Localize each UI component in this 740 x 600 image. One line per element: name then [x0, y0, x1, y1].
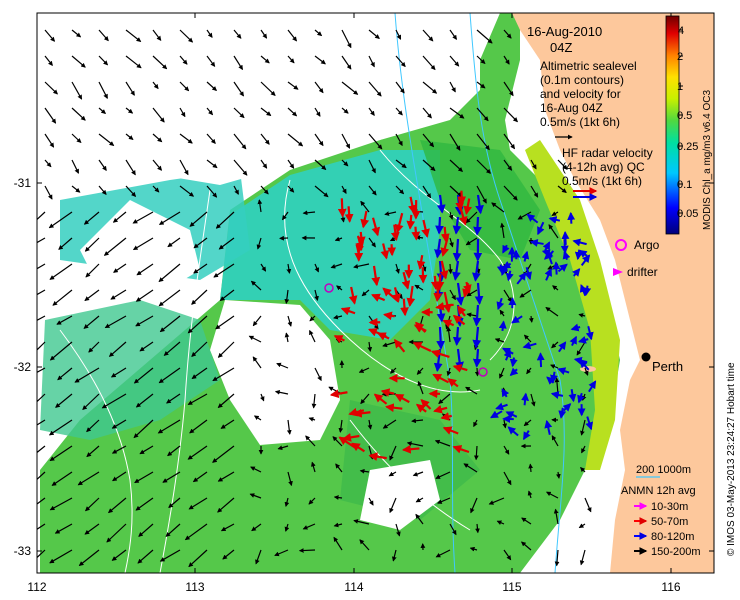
depth-legend-label: 10-30m [651, 501, 688, 513]
colorbar-tick-label: 2 [677, 51, 683, 63]
hf-arrow-blue [536, 352, 545, 368]
hf-arrow-red [433, 286, 443, 302]
perth-city-label: Perth [652, 359, 683, 374]
argo-legend-label: Argo [634, 238, 660, 252]
x-tick-label: 112 [27, 580, 46, 594]
isobath-legend-label: 200 1000m [636, 464, 691, 476]
altimetry-line: (0.1m contours) [540, 73, 624, 87]
hf-arrow-blue [560, 239, 569, 254]
altimetry-line: 16-Aug 04Z [540, 101, 603, 115]
colorbar-title: MODIS Chl_a mg/m3 v6.4 OC3 [702, 90, 713, 230]
altimetry-arrow [528, 315, 534, 323]
footer-credit: © IMOS 03-May-2013 23:24:27 Hobart time [726, 362, 737, 556]
hf-line: HF radar velocity [562, 146, 653, 160]
colorbar-tick-label: 1 [677, 81, 683, 93]
hf-arrow-red [344, 206, 354, 223]
colorbar-tick-label: 0.05 [677, 208, 698, 220]
x-tick-label: 114 [344, 580, 363, 594]
altimetry-line: Altimetric sealevel [540, 59, 637, 73]
x-tick-label: 116 [661, 580, 680, 594]
hf-arrow-blue [498, 320, 507, 331]
hf-arrow-red [440, 226, 450, 243]
hf-arrow-red [411, 226, 421, 241]
perth-city-dot [641, 352, 651, 362]
hf-arrow-red [457, 190, 467, 206]
x-tick-label: 115 [502, 580, 521, 594]
colorbar-tick-label: 0.1 [677, 179, 692, 191]
depth-legend-label: 80-120m [651, 531, 694, 543]
y-tick-label: -31 [14, 176, 32, 190]
hf-arrow-red [430, 275, 440, 291]
hf-arrow-blue [473, 216, 482, 236]
hf-arrow-blue [509, 357, 518, 368]
hf-arrow-red [401, 444, 420, 454]
depth-legend-label: 150-200m [651, 546, 701, 558]
altimetry-arrow [298, 548, 316, 553]
hf-arrow-red [400, 298, 409, 317]
x-tick-label: 113 [185, 580, 204, 594]
altimetry-arrow [474, 367, 480, 377]
altimetry-line: 0.5m/s (1kt 6h) [540, 115, 620, 129]
hf-line: 0.5m/s (1kt 6h) [562, 174, 642, 188]
hf-arrow-blue [472, 304, 482, 327]
y-tick-label: -32 [14, 360, 32, 374]
hf-arrow-red [455, 197, 465, 212]
hf-arrow-blue [472, 348, 482, 368]
hf-arrow-blue [583, 285, 592, 296]
altimetry-line: and velocity for [540, 87, 621, 101]
hf-arrow-blue [452, 238, 462, 262]
time-label: 04Z [550, 40, 572, 55]
hf-arrow-blue [567, 211, 576, 224]
colorbar-tick-label: 0.5 [677, 110, 692, 122]
colorbar-tick-label: 0.25 [677, 141, 698, 153]
hf-arrow-red [406, 214, 416, 230]
hf-arrow-blue [496, 264, 505, 275]
altimetry-arrow [448, 263, 453, 275]
hf-line: (4-12h avg) QC [562, 160, 645, 174]
map-figure: Argo drifter Perth 112 113 114 115 116 -… [14, 12, 737, 594]
hf-arrow-red [435, 274, 445, 291]
hf-arrow-blue [552, 261, 561, 275]
hf-arrow-blue [435, 216, 444, 235]
hf-arrow-blue [452, 326, 462, 346]
y-tick-label: -33 [14, 544, 32, 558]
anmn-legend-title: ANMN 12h avg [621, 485, 696, 497]
hf-arrow-blue [521, 392, 530, 406]
hf-arrow-red [337, 198, 347, 218]
depth-legend-label: 50-70m [651, 516, 688, 528]
colorbar-tick-label: 4 [678, 25, 684, 37]
colorbar [665, 15, 680, 235]
drifter-legend-label: drifter [627, 265, 658, 279]
hf-arrow-blue [436, 326, 446, 350]
date-label: 16-Aug-2010 [527, 24, 602, 39]
hf-arrow-red [387, 244, 397, 257]
altimetry-arrow [528, 463, 534, 473]
